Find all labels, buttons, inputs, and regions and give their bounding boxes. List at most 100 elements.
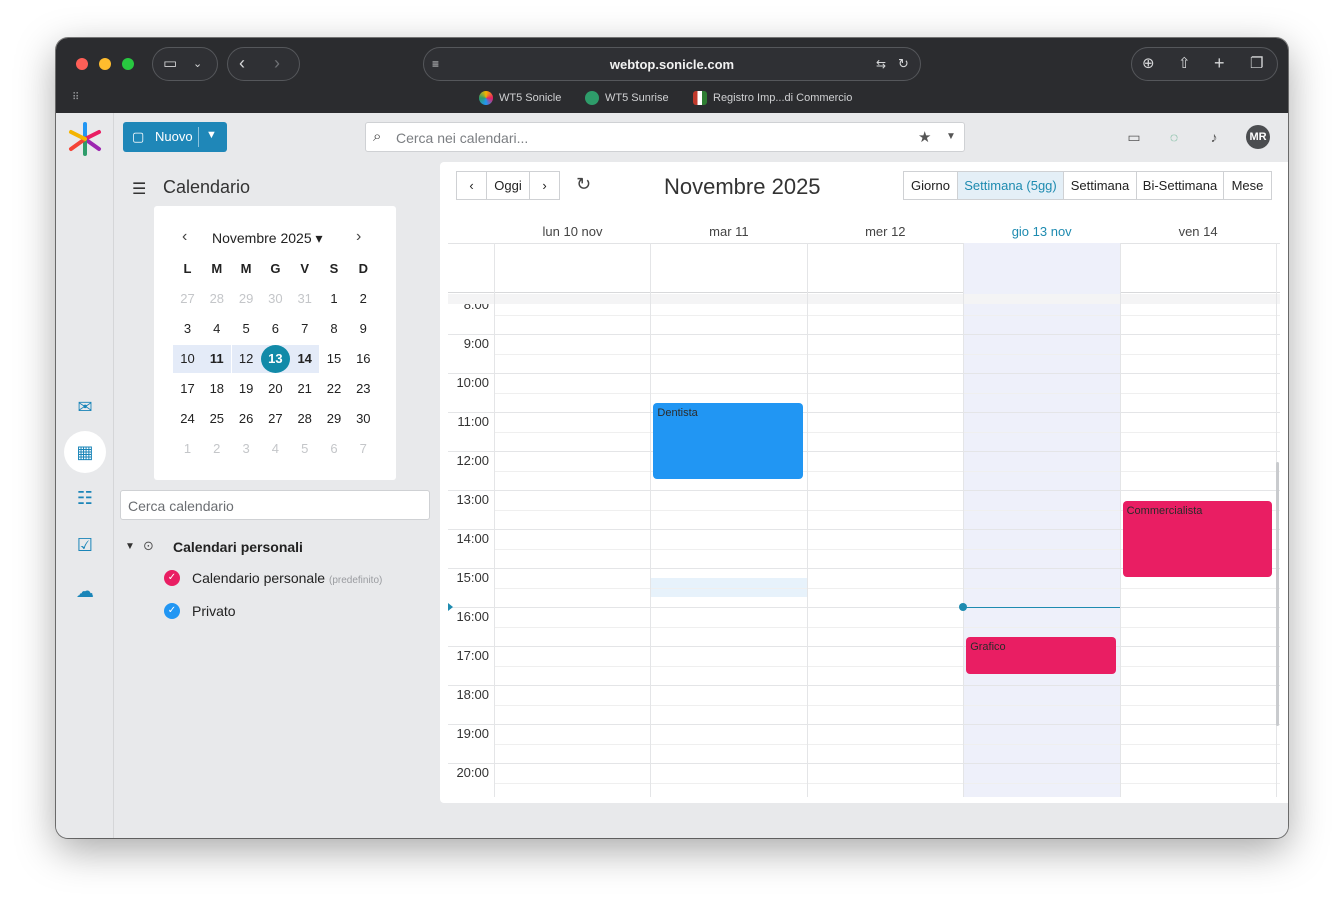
mini-calendar-day[interactable]: 14 bbox=[290, 345, 320, 373]
sidebar-toggle-pill[interactable]: ▭ ⌄ bbox=[152, 47, 218, 81]
mini-calendar-day[interactable]: 6 bbox=[320, 435, 349, 463]
view-giorno[interactable]: Giorno bbox=[903, 171, 958, 200]
bookmark-wt5-sonicle[interactable]: WT5 Sonicle bbox=[479, 91, 561, 105]
mini-calendar-day[interactable]: 4 bbox=[202, 315, 231, 343]
back-icon[interactable]: ‹ bbox=[239, 54, 245, 72]
mini-calendar-day[interactable]: 23 bbox=[349, 375, 378, 403]
day-header[interactable]: gio 13 nov bbox=[963, 224, 1120, 239]
mini-calendar-day[interactable]: 27 bbox=[173, 285, 202, 313]
close-window-button[interactable] bbox=[76, 58, 88, 70]
mini-calendar-day[interactable]: 20 bbox=[261, 375, 290, 403]
today-button[interactable]: Oggi bbox=[486, 171, 530, 200]
mini-calendar-day[interactable]: 17 bbox=[173, 375, 202, 403]
contacts-icon[interactable]: ☷ bbox=[74, 487, 96, 509]
prev-button[interactable]: ‹ bbox=[456, 171, 487, 200]
mini-calendar-day[interactable]: 26 bbox=[232, 405, 261, 433]
mini-calendar-day[interactable]: 2 bbox=[349, 285, 378, 313]
mini-calendar-day[interactable]: 30 bbox=[261, 285, 290, 313]
caret-down-icon[interactable]: ▼ bbox=[946, 131, 956, 142]
mini-calendar-day[interactable]: 18 bbox=[202, 375, 231, 403]
minimize-window-button[interactable] bbox=[99, 58, 111, 70]
mini-calendar-day[interactable]: 7 bbox=[290, 315, 319, 343]
next-button[interactable]: › bbox=[529, 171, 560, 200]
mini-calendar-day[interactable]: 7 bbox=[349, 435, 378, 463]
mini-calendar-day[interactable]: 16 bbox=[349, 345, 378, 373]
mini-calendar-day[interactable]: 3 bbox=[232, 435, 261, 463]
view-mese[interactable]: Mese bbox=[1223, 171, 1272, 200]
refresh-icon[interactable]: ↻ bbox=[576, 174, 591, 195]
mini-calendar-day[interactable]: 12 bbox=[231, 345, 261, 373]
mail-icon[interactable]: ✉ bbox=[74, 396, 96, 418]
event-dentista[interactable]: Dentista bbox=[653, 403, 803, 480]
mini-calendar-day[interactable]: 28 bbox=[202, 285, 231, 313]
calendar-item-personale[interactable]: ✓ Calendario personale (predefinito) bbox=[164, 570, 382, 586]
day-header[interactable]: mar 11 bbox=[650, 224, 807, 239]
translate-icon[interactable]: ⇆ bbox=[876, 56, 886, 72]
new-button[interactable]: ▢ Nuovo ▼ bbox=[123, 122, 227, 152]
mini-calendar-day[interactable]: 31 bbox=[290, 285, 319, 313]
download-icon[interactable]: ⊕ bbox=[1142, 56, 1155, 72]
tasks-icon[interactable]: ☑ bbox=[74, 534, 96, 556]
address-bar[interactable]: ≡ webtop.sonicle.com ⇆ ↻ bbox=[423, 47, 921, 81]
caret-down-icon[interactable]: ▼ bbox=[206, 129, 217, 141]
mini-calendar-day[interactable]: 9 bbox=[349, 315, 378, 343]
mini-calendar-day[interactable]: 27 bbox=[261, 405, 290, 433]
mini-calendar-day[interactable]: 3 bbox=[173, 315, 202, 343]
view-settimana-5gg[interactable]: Settimana (5gg) bbox=[957, 171, 1064, 200]
menu-icon[interactable]: ☰ bbox=[132, 179, 146, 199]
mini-calendar-title[interactable]: Novembre 2025 ▾ bbox=[212, 230, 323, 247]
caret-down-icon[interactable]: ▼ bbox=[125, 541, 135, 552]
mini-calendar-day[interactable]: 30 bbox=[349, 405, 378, 433]
tab-overview-icon[interactable]: ❐ bbox=[1250, 56, 1263, 72]
mini-calendar-day[interactable]: 11 bbox=[202, 345, 232, 373]
star-icon[interactable]: ★ bbox=[918, 128, 931, 146]
toggle-icon[interactable]: ⊙ bbox=[143, 538, 154, 554]
mini-calendar-day[interactable]: 5 bbox=[232, 315, 261, 343]
view-settimana[interactable]: Settimana bbox=[1063, 171, 1137, 200]
view-bi-settimana[interactable]: Bi-Settimana bbox=[1136, 171, 1224, 200]
mini-calendar-day[interactable]: 19 bbox=[232, 375, 261, 403]
check-icon[interactable]: ✓ bbox=[164, 603, 180, 619]
reload-icon[interactable]: ↻ bbox=[898, 56, 909, 72]
bookmark-registro-imprese[interactable]: Registro Imp...di Commercio bbox=[693, 91, 852, 105]
mini-calendar-day[interactable]: 21 bbox=[290, 375, 319, 403]
mini-calendar-day[interactable]: 2 bbox=[202, 435, 231, 463]
prev-month-icon[interactable]: ‹ bbox=[182, 228, 187, 246]
mini-calendar-day[interactable]: 1 bbox=[320, 285, 349, 313]
search-input[interactable]: Cerca nei calendari... bbox=[396, 130, 528, 146]
next-month-icon[interactable]: › bbox=[356, 228, 361, 246]
scrollbar[interactable] bbox=[1276, 462, 1279, 726]
cloud-icon[interactable]: ☁ bbox=[74, 580, 96, 602]
mini-calendar-day[interactable]: 28 bbox=[290, 405, 319, 433]
day-header[interactable]: ven 14 bbox=[1120, 224, 1277, 239]
new-tab-icon[interactable]: + bbox=[1214, 54, 1225, 72]
mini-calendar-day[interactable]: 4 bbox=[261, 435, 290, 463]
calendar-service-button[interactable]: ▦ bbox=[64, 431, 106, 473]
mini-calendar-day[interactable]: 6 bbox=[261, 315, 290, 343]
calendar-search-bar[interactable]: ⌕ Cerca nei calendari... ★ ▼ bbox=[365, 122, 965, 152]
mini-calendar-today[interactable]: 13 bbox=[260, 345, 290, 373]
share-icon[interactable]: ⇧ bbox=[1178, 56, 1191, 72]
video-call-icon[interactable]: ▭ bbox=[1125, 128, 1143, 146]
forward-icon[interactable]: › bbox=[274, 54, 280, 72]
group-label[interactable]: Calendari personali bbox=[173, 539, 303, 555]
mini-calendar-day[interactable]: 8 bbox=[320, 315, 349, 343]
event-grafico[interactable]: Grafico bbox=[966, 637, 1116, 675]
mini-calendar-day[interactable]: 5 bbox=[290, 435, 319, 463]
mini-calendar-day[interactable]: 22 bbox=[320, 375, 349, 403]
mini-calendar-day[interactable]: 24 bbox=[173, 405, 202, 433]
mini-calendar-day[interactable]: 29 bbox=[320, 405, 349, 433]
mini-calendar-day[interactable]: 10 bbox=[173, 345, 202, 373]
mini-calendar-day[interactable]: 25 bbox=[202, 405, 231, 433]
mini-calendar-day[interactable]: 15 bbox=[320, 345, 349, 373]
chat-icon[interactable]: ◌ bbox=[1165, 128, 1183, 146]
avatar[interactable]: MR bbox=[1246, 125, 1270, 149]
event-commercialista[interactable]: Commercialista bbox=[1122, 500, 1272, 577]
calendar-item-privato[interactable]: ✓ Privato bbox=[164, 603, 236, 619]
zoom-window-button[interactable] bbox=[122, 58, 134, 70]
check-icon[interactable]: ✓ bbox=[164, 570, 180, 586]
day-header[interactable]: mer 12 bbox=[807, 224, 964, 239]
calendar-filter-field[interactable]: Cerca calendario bbox=[120, 490, 430, 520]
mini-calendar-day[interactable]: 29 bbox=[232, 285, 261, 313]
mini-calendar-day[interactable]: 1 bbox=[173, 435, 202, 463]
